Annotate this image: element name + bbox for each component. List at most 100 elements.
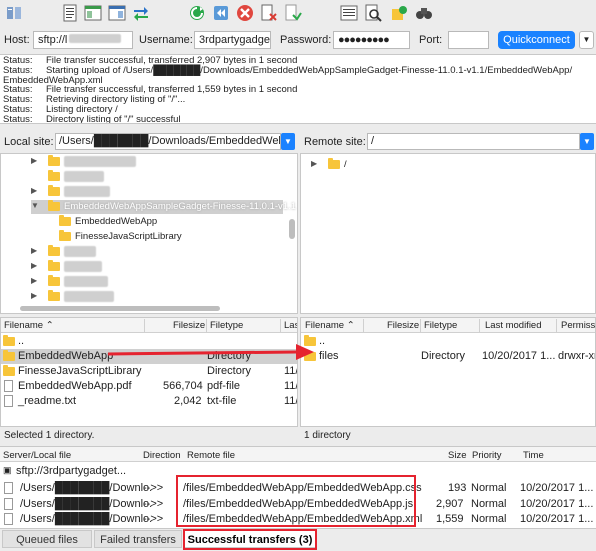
host-field[interactable]: sftp://lx <box>33 31 133 49</box>
expand-arrow-icon[interactable]: ▶ <box>31 261 37 270</box>
chevron-down-icon: ▼ <box>582 35 591 44</box>
file-row[interactable]: FinesseJavaScriptLibrary Directory 11/ <box>1 364 297 379</box>
search-icon[interactable] <box>415 4 433 22</box>
expand-arrow-icon[interactable]: ▶ <box>31 156 37 165</box>
column-filesize[interactable]: Filesize <box>387 320 419 331</box>
process-queue-icon[interactable] <box>212 4 230 22</box>
remote-site-label: Remote site: <box>304 136 366 148</box>
local-path-input[interactable]: /Users/███████/Downloads/EmbeddedWebAppS <box>55 133 281 150</box>
column-size[interactable]: Size <box>448 450 466 461</box>
sync-browsing-icon[interactable] <box>390 4 408 22</box>
reconnect-icon[interactable] <box>284 4 302 22</box>
column-server-local-file[interactable]: Server/Local file <box>3 450 71 461</box>
chevron-down-icon: ▼ <box>284 137 292 146</box>
toggle-local-tree-icon[interactable] <box>84 4 102 22</box>
toggle-remote-tree-icon[interactable] <box>108 4 126 22</box>
toggle-queue-icon[interactable] <box>132 4 150 22</box>
cancel-icon[interactable] <box>236 4 254 22</box>
folder-icon <box>59 215 71 226</box>
column-time[interactable]: Time <box>523 450 544 461</box>
remote-path-dropdown[interactable]: ▼ <box>580 133 594 150</box>
scroll-thumb[interactable] <box>289 219 295 239</box>
column-last-modified[interactable]: Last modified <box>485 320 542 331</box>
tree-node[interactable]: ▶x <box>31 155 291 169</box>
local-status-bar: Selected 1 directory. <box>0 427 298 444</box>
local-tree-hscrollbar[interactable] <box>20 306 220 311</box>
file-row[interactable]: .. <box>301 334 595 349</box>
tree-node[interactable]: ▶ / <box>311 158 391 172</box>
filter-icon[interactable] <box>364 4 382 22</box>
expand-arrow-icon[interactable]: ▶ <box>31 246 37 255</box>
port-field[interactable] <box>448 31 489 49</box>
folder-icon <box>48 200 60 211</box>
tree-node[interactable]: ▶x <box>31 275 291 289</box>
username-field[interactable]: 3rdpartygadget <box>194 31 271 49</box>
expand-arrow-icon[interactable]: ▶ <box>311 159 317 168</box>
disconnect-icon[interactable] <box>260 4 278 22</box>
remote-file-list-header: Filename ⌃ Filesize Filetype Last modifi… <box>301 318 595 333</box>
quickconnect-button[interactable]: Quickconnect <box>498 31 575 49</box>
tab-failed-transfers[interactable]: Failed transfers <box>94 530 182 548</box>
message-log[interactable]: Status: File transfer successful, transfe… <box>0 54 596 124</box>
column-permissions[interactable]: Permissi <box>561 320 595 331</box>
column-priority[interactable]: Priority <box>472 450 502 461</box>
remote-path-input[interactable]: / <box>367 133 580 150</box>
file-row[interactable]: files Directory 10/20/2017 1... drwxr-xr <box>301 349 595 364</box>
expand-arrow-icon[interactable]: ▶ <box>31 186 37 195</box>
sort-ascending-icon: ⌃ <box>346 320 355 331</box>
folder-icon <box>48 185 60 196</box>
file-row[interactable]: .. <box>1 334 297 349</box>
column-filetype[interactable]: Filetype <box>210 320 243 331</box>
folder-icon <box>304 350 316 361</box>
server-icon: ▣ <box>3 465 12 475</box>
remote-file-list[interactable]: Filename ⌃ Filesize Filetype Last modifi… <box>300 317 596 427</box>
column-remote-file[interactable]: Remote file <box>187 450 235 461</box>
tree-node[interactable]: ▶x <box>31 290 291 304</box>
local-path-dropdown[interactable]: ▼ <box>281 133 295 150</box>
folder-icon <box>328 158 340 169</box>
site-manager-icon[interactable] <box>6 4 24 22</box>
tab-queued-files[interactable]: Queued files <box>2 530 92 548</box>
tree-node[interactable]: ▶x <box>31 260 291 274</box>
refresh-icon[interactable] <box>188 4 206 22</box>
expand-arrow-icon[interactable]: ▶ <box>31 276 37 285</box>
file-icon <box>4 513 13 525</box>
local-directory-tree[interactable]: ▶x x ▶x ▼EmbeddedWebAppSampleGadget-Fine… <box>0 153 298 314</box>
password-field[interactable]: ●●●●●●●●● <box>333 31 410 49</box>
tree-node-selected[interactable]: ▼ EmbeddedWebAppSampleGadget-Finesse-11.0… <box>31 200 296 214</box>
quickconnect-dropdown-button[interactable]: ▼ <box>579 31 594 49</box>
folder-icon <box>48 290 60 301</box>
file-row[interactable]: EmbeddedWebApp.pdf 566,704 pdf-file 11/ <box>1 379 297 394</box>
highlight-box <box>176 475 416 527</box>
toggle-log-icon[interactable] <box>61 4 79 22</box>
highlight-box <box>183 529 317 550</box>
tree-node[interactable]: FinesseJavaScriptLibrary <box>59 230 279 244</box>
column-filesize[interactable]: Filesize <box>173 320 205 331</box>
tree-node[interactable]: ▶x <box>31 245 291 259</box>
column-filename[interactable]: Filename ⌃ <box>305 320 355 331</box>
column-last-modified[interactable]: Las <box>284 320 297 331</box>
file-row-selected[interactable]: EmbeddedWebApp Directory <box>1 349 297 364</box>
collapse-arrow-icon[interactable]: ▼ <box>31 201 39 210</box>
remote-status-bar: 1 directory <box>300 427 596 444</box>
tree-node[interactable]: x <box>31 170 291 184</box>
local-tree-scrollbar[interactable] <box>288 153 296 313</box>
remote-site-bar: Remote site: / ▼ <box>300 131 596 153</box>
remote-directory-tree[interactable]: ▶ / <box>300 153 596 314</box>
file-icon <box>4 482 13 494</box>
username-label: Username: <box>139 34 193 46</box>
column-direction[interactable]: Direction <box>143 450 181 461</box>
folder-icon <box>48 275 60 286</box>
tree-node[interactable]: ▶x <box>31 185 291 199</box>
transfer-queue[interactable]: Server/Local file Direction Remote file … <box>0 446 596 528</box>
folder-icon <box>48 260 60 271</box>
file-row[interactable]: _readme.txt 2,042 txt-file 11/ <box>1 394 297 409</box>
column-filetype[interactable]: Filetype <box>424 320 457 331</box>
column-filename[interactable]: Filename ⌃ <box>4 320 54 331</box>
tree-node[interactable]: EmbeddedWebApp <box>59 215 279 229</box>
local-file-list[interactable]: Filename ⌃ Filesize Filetype Las .. Embe… <box>0 317 298 427</box>
chevron-down-icon: ▼ <box>583 137 591 146</box>
sort-ascending-icon: ⌃ <box>45 320 54 331</box>
expand-arrow-icon[interactable]: ▶ <box>31 291 37 300</box>
directory-comparison-icon[interactable] <box>340 4 358 22</box>
